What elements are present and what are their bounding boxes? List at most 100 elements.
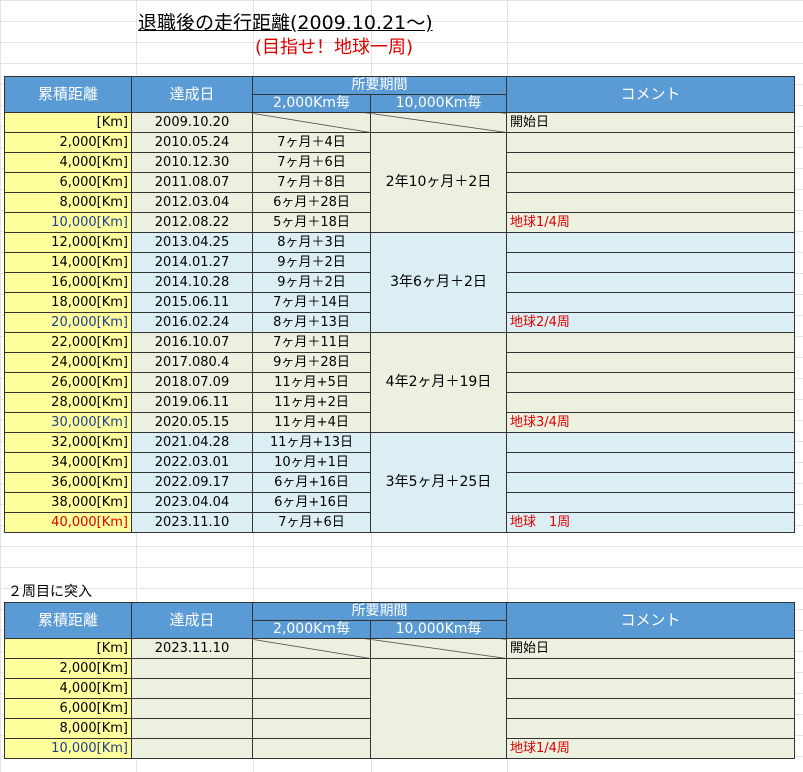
date-cell: 2023.11.10 — [131, 638, 253, 659]
distance-cell: 36,000[Km] — [4, 472, 132, 493]
duration-2000-cell: 11ヶ月+4日 — [252, 412, 371, 433]
distance-cell: 30,000[Km] — [4, 412, 132, 433]
date-cell — [131, 698, 253, 719]
distance-cell: 8,000[Km] — [4, 192, 132, 213]
distance-cell: 14,000[Km] — [4, 252, 132, 273]
duration-2000-cell: 9ヶ月＋28日 — [252, 352, 371, 373]
duration-2000-cell: 5ヶ月＋18日 — [252, 212, 371, 233]
comment-cell — [506, 432, 795, 453]
duration-2000-cell: 8ヶ月＋13日 — [252, 312, 371, 333]
distance-cell: [Km] — [4, 638, 132, 659]
second-round-label: ２周目に突入 — [8, 584, 92, 600]
mileage-table-round1: 累積距離 達成日 所要期間 コメント 2,000Km毎 10,000Km毎 [K… — [4, 76, 795, 533]
distance-cell: 2,000[Km] — [4, 132, 132, 153]
sheet-subtitle: (目指せ！地球一周) — [255, 37, 414, 58]
comment-cell — [506, 332, 795, 353]
date-cell: 2023.04.04 — [131, 492, 253, 513]
comment-cell — [506, 698, 795, 719]
distance-cell: 24,000[Km] — [4, 352, 132, 373]
distance-cell: 10,000[Km] — [4, 738, 132, 759]
date-cell — [131, 738, 253, 759]
duration-2000-cell: 7ヶ月＋8日 — [252, 172, 371, 193]
date-cell — [131, 718, 253, 739]
duration-2000-cell: 10ヶ月+1日 — [252, 452, 371, 473]
date-cell: 2012.03.04 — [131, 192, 253, 213]
date-cell: 2018.07.09 — [131, 372, 253, 393]
duration-2000-cell: 6ヶ月+16日 — [252, 492, 371, 513]
duration-2000-cell — [252, 718, 371, 739]
duration-2000-cell: 11ヶ月+2日 — [252, 392, 371, 413]
duration-10000-cell — [370, 112, 507, 133]
distance-cell: 16,000[Km] — [4, 272, 132, 293]
header-per-2000km: 2,000Km毎 — [252, 94, 371, 113]
date-cell: 2021.04.28 — [131, 432, 253, 453]
distance-cell: 40,000[Km] — [4, 512, 132, 533]
date-cell — [131, 658, 253, 679]
comment-cell — [506, 452, 795, 473]
comment-cell — [506, 392, 795, 413]
distance-cell: [Km] — [4, 112, 132, 133]
duration-2000-cell: 9ヶ月＋2日 — [252, 252, 371, 273]
comment-cell: 地球1/4周 — [506, 738, 795, 759]
distance-cell: 28,000[Km] — [4, 392, 132, 413]
mileage-table-round2: 累積距離 達成日 所要期間 コメント 2,000Km毎 10,000Km毎 [K… — [4, 602, 795, 759]
duration-2000-cell — [252, 678, 371, 699]
date-cell: 2010.05.24 — [131, 132, 253, 153]
date-cell: 2012.08.22 — [131, 212, 253, 233]
distance-cell: 4,000[Km] — [4, 678, 132, 699]
header-distance: 累積距離 — [4, 76, 132, 113]
date-cell: 2019.06.11 — [131, 392, 253, 413]
date-cell: 2022.03.01 — [131, 452, 253, 473]
sheet-title: 退職後の走行距離(2009.10.21～) — [138, 12, 433, 34]
comment-cell — [506, 352, 795, 373]
table-row: 12,000[Km] 2013.04.25 8ヶ月＋3日 3年6ヶ月＋2日 — [4, 232, 795, 333]
distance-cell: 20,000[Km] — [4, 312, 132, 333]
table-row: [Km] 2023.11.10 開始日 — [4, 638, 795, 659]
duration-2000-cell: 8ヶ月＋3日 — [252, 232, 371, 253]
duration-2000-cell: 7ヶ月＋11日 — [252, 332, 371, 353]
table-row: 32,000[Km] 2021.04.28 11ヶ月+13日 3年5ヶ月＋25日 — [4, 432, 795, 533]
comment-cell — [506, 132, 795, 153]
date-cell: 2014.10.28 — [131, 272, 253, 293]
duration-2000-cell: 7ヶ月＋4日 — [252, 132, 371, 153]
table-row: [Km] 2009.10.20 開始日 — [4, 112, 795, 133]
distance-cell: 22,000[Km] — [4, 332, 132, 353]
date-cell: 2014.01.27 — [131, 252, 253, 273]
comment-cell — [506, 272, 795, 293]
distance-cell: 10,000[Km] — [4, 212, 132, 233]
comment-cell — [506, 658, 795, 679]
duration-2000-cell: 11ヶ月+13日 — [252, 432, 371, 453]
comment-cell — [506, 172, 795, 193]
distance-cell: 2,000[Km] — [4, 658, 132, 679]
distance-cell: 6,000[Km] — [4, 698, 132, 719]
duration-2000-cell — [252, 112, 371, 133]
date-cell: 2016.02.24 — [131, 312, 253, 333]
duration-2000-cell — [252, 698, 371, 719]
header-date: 達成日 — [131, 602, 253, 639]
header-period: 所要期間 — [252, 76, 507, 95]
comment-cell: 地球 1周 — [506, 512, 795, 533]
comment-cell: 地球1/4周 — [506, 212, 795, 233]
header-comment: コメント — [506, 602, 795, 639]
comment-cell — [506, 372, 795, 393]
date-cell: 2009.10.20 — [131, 112, 253, 133]
comment-cell: 地球2/4周 — [506, 312, 795, 333]
comment-cell — [506, 192, 795, 213]
comment-cell — [506, 252, 795, 273]
header-per-10000km: 10,000Km毎 — [370, 94, 507, 113]
table-row: 22,000[Km] 2016.10.07 7ヶ月＋11日 4年2ヶ月＋19日 — [4, 332, 795, 433]
date-cell: 2023.11.10 — [131, 512, 253, 533]
comment-cell: 開始日 — [506, 112, 795, 133]
comment-cell — [506, 152, 795, 173]
table-row: 2,000[Km] — [4, 658, 795, 759]
date-cell: 2020.05.15 — [131, 412, 253, 433]
header-per-2000km: 2,000Km毎 — [252, 620, 371, 639]
duration-2000-cell: 6ヶ月＋28日 — [252, 192, 371, 213]
comment-cell: 地球3/4周 — [506, 412, 795, 433]
duration-2000-cell — [252, 738, 371, 759]
date-cell: 2017.080.4 — [131, 352, 253, 373]
distance-cell: 18,000[Km] — [4, 292, 132, 313]
date-cell: 2013.04.25 — [131, 232, 253, 253]
distance-cell: 12,000[Km] — [4, 232, 132, 253]
date-cell — [131, 678, 253, 699]
